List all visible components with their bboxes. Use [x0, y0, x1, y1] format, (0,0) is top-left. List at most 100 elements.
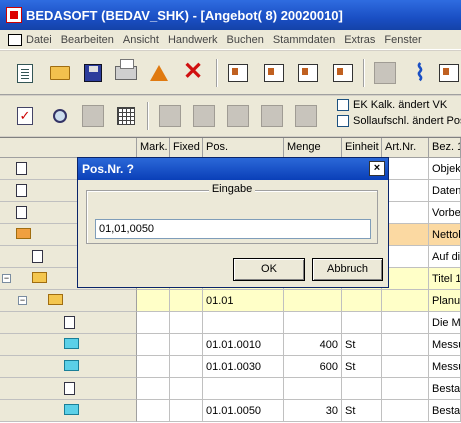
collapse-toggle[interactable]: − — [2, 274, 11, 283]
row-header[interactable] — [0, 378, 137, 400]
disabled-tool-button[interactable] — [191, 103, 217, 129]
disabled-tool-button[interactable] — [225, 103, 251, 129]
dialog-close-button[interactable]: × — [369, 161, 385, 176]
bez-cell[interactable]: Messu — [429, 334, 461, 356]
open-folder-button[interactable] — [47, 60, 73, 86]
mark-cell[interactable] — [137, 334, 170, 356]
artnr-cell[interactable] — [382, 224, 429, 246]
bez-cell[interactable]: Auf die — [429, 246, 461, 268]
bez-cell[interactable]: Planun — [429, 290, 461, 312]
row-header[interactable] — [0, 400, 137, 422]
export-button[interactable] — [146, 60, 172, 86]
table-row[interactable]: 01.01.0030600St Messu — [0, 356, 461, 378]
bez-cell[interactable]: Die Me — [429, 312, 461, 334]
table-button[interactable] — [113, 103, 139, 129]
menge-cell[interactable] — [284, 378, 342, 400]
bez-cell[interactable]: Titel 1 — [429, 268, 461, 290]
ok-button[interactable]: OK — [233, 258, 305, 281]
mark-cell[interactable] — [137, 290, 170, 312]
search-button[interactable] — [47, 103, 73, 129]
row-header[interactable] — [0, 334, 137, 356]
row-header[interactable]: − — [0, 290, 137, 312]
disabled-tool-button[interactable] — [372, 60, 398, 86]
pos-cell[interactable]: 01.01 — [203, 290, 284, 312]
disabled-tool-button[interactable] — [157, 103, 183, 129]
artnr-cell[interactable] — [382, 158, 429, 180]
einheit-cell[interactable] — [342, 290, 382, 312]
menu-handwerk[interactable]: Handwerk — [168, 34, 218, 46]
table-row[interactable]: − 01.01 Planun — [0, 290, 461, 312]
column-header-mark[interactable]: Mark. — [137, 138, 170, 158]
fixed-cell[interactable] — [170, 312, 203, 334]
row-header[interactable] — [0, 356, 137, 378]
sollaufschl-option[interactable]: Sollaufschl. ändert Pos. — [337, 115, 461, 127]
ek-kalk-checkbox[interactable] — [337, 99, 349, 111]
menu-ansicht[interactable]: Ansicht — [123, 34, 159, 46]
fixed-cell[interactable] — [170, 378, 203, 400]
column-header-menge[interactable]: Menge — [284, 138, 342, 158]
artnr-cell[interactable] — [382, 290, 429, 312]
save-button[interactable] — [80, 60, 106, 86]
menge-cell[interactable]: 30 — [284, 400, 342, 422]
ek-kalk-option[interactable]: EK Kalk. ändert VK — [337, 99, 447, 111]
menge-cell[interactable]: 400 — [284, 334, 342, 356]
artnr-cell[interactable] — [382, 246, 429, 268]
fixed-cell[interactable] — [170, 400, 203, 422]
pos-cell[interactable]: 01.01.0050 — [203, 400, 284, 422]
chart-button[interactable] — [295, 60, 321, 86]
einheit-cell[interactable] — [342, 312, 382, 334]
window-system-icon[interactable] — [8, 33, 22, 46]
disabled-tool-button[interactable] — [80, 103, 106, 129]
artnr-cell[interactable] — [382, 378, 429, 400]
einheit-cell[interactable]: St — [342, 334, 382, 356]
column-header-bez[interactable]: Bez. 1 — [429, 138, 461, 158]
camera-button[interactable] — [436, 60, 461, 86]
einheit-cell[interactable]: St — [342, 400, 382, 422]
pos-cell[interactable]: 01.01.0010 — [203, 334, 284, 356]
bez-cell[interactable]: Nettob — [429, 224, 461, 246]
bez-cell[interactable]: Daten — [429, 180, 461, 202]
menu-buchen[interactable]: Buchen — [227, 34, 264, 46]
collapse-toggle[interactable]: − — [18, 296, 27, 305]
fixed-cell[interactable] — [170, 290, 203, 312]
bez-cell[interactable]: Bestan — [429, 400, 461, 422]
column-header-pos[interactable]: Pos. — [203, 138, 284, 158]
disabled-tool-button[interactable] — [293, 103, 319, 129]
table-row[interactable]: Bestan — [0, 378, 461, 400]
artnr-cell[interactable] — [382, 268, 429, 290]
mark-cell[interactable] — [137, 400, 170, 422]
mark-cell[interactable] — [137, 378, 170, 400]
einheit-cell[interactable] — [342, 378, 382, 400]
column-header-artnr[interactable]: Art.Nr. — [382, 138, 429, 158]
mark-cell[interactable] — [137, 356, 170, 378]
einheit-cell[interactable]: St — [342, 356, 382, 378]
pos-nr-input[interactable] — [95, 219, 371, 239]
abbruch-button[interactable]: Abbruch — [312, 258, 383, 281]
fixed-cell[interactable] — [170, 334, 203, 356]
bez-cell[interactable]: Objekt — [429, 158, 461, 180]
pos-cell[interactable] — [203, 378, 284, 400]
check-document-button[interactable]: ✓ — [12, 103, 38, 129]
pos-cell[interactable] — [203, 312, 284, 334]
bez-cell[interactable]: Messu — [429, 356, 461, 378]
menu-bearbeiten[interactable]: Bearbeiten — [61, 34, 114, 46]
artnr-cell[interactable] — [382, 400, 429, 422]
artnr-cell[interactable] — [382, 180, 429, 202]
address-card-button[interactable] — [225, 60, 251, 86]
disabled-tool-button[interactable] — [259, 103, 285, 129]
column-header-fixed[interactable]: Fixed — [170, 138, 203, 158]
print-button[interactable] — [113, 59, 139, 86]
calculator-button[interactable] — [330, 60, 356, 86]
cancel-tool-button[interactable]: ✕ — [180, 59, 206, 85]
menu-stammdaten[interactable]: Stammdaten — [273, 34, 335, 46]
sollaufschl-checkbox[interactable] — [337, 115, 349, 127]
attachment-button[interactable]: ⌇ — [407, 60, 433, 86]
menu-datei[interactable]: Datei — [26, 34, 52, 46]
document-view-button[interactable] — [261, 60, 287, 86]
menge-cell[interactable]: 600 — [284, 356, 342, 378]
menge-cell[interactable] — [284, 312, 342, 334]
row-header[interactable] — [0, 312, 137, 334]
menge-cell[interactable] — [284, 290, 342, 312]
column-header-einheit[interactable]: Einheit — [342, 138, 382, 158]
bez-cell[interactable]: Vorber — [429, 202, 461, 224]
